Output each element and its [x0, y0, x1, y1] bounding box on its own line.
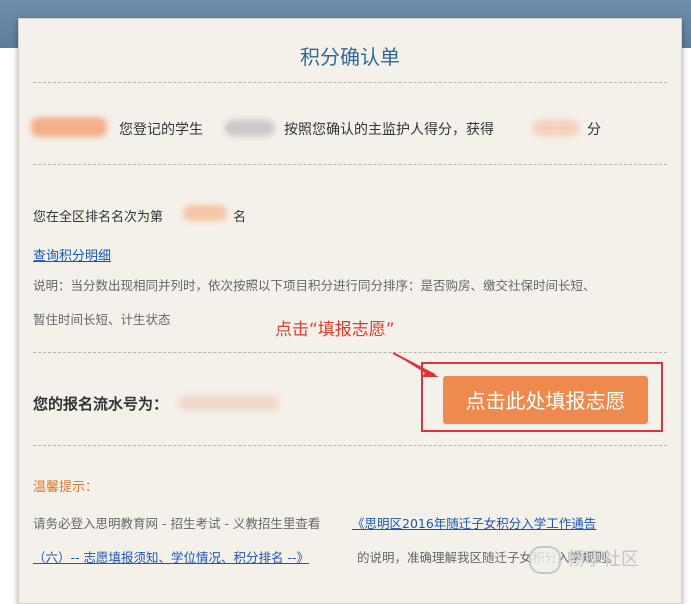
page-title: 积分确认单 — [300, 45, 400, 69]
divider — [33, 82, 667, 83]
redacted-score — [533, 120, 579, 136]
divider — [33, 445, 667, 446]
wechat-icon — [529, 546, 561, 574]
divider — [33, 164, 667, 165]
score-unit: 分 — [587, 122, 601, 138]
explanation-line-1: 说明：当分数出现相同并列时，依次按照以下项目积分进行同分排序：是否购房、缴交社保… — [33, 278, 596, 293]
fill-application-button[interactable]: 点击此处填报志愿 — [443, 376, 648, 424]
redacted-serial — [179, 396, 279, 410]
watermark-text: 畅享社区 — [567, 549, 639, 570]
score-detail-link[interactable]: 查询积分明细 — [33, 245, 111, 264]
serial-number-label: 您的报名流水号为： — [33, 395, 169, 413]
redacted-name — [31, 117, 107, 137]
rank-label: 您在全区排名名次为第 — [33, 210, 164, 225]
score-confirmation-card: 积分确认单 您登记的学生 按照您确认的主监护人得分，获得 分 您在全区排名名次为… — [18, 18, 682, 604]
student-label: 您登记的学生 — [119, 122, 203, 138]
redacted-rank — [183, 205, 227, 221]
rank-unit: 名 — [233, 210, 247, 225]
divider — [33, 352, 667, 353]
notice-link-line-2[interactable]: （六）-- 志愿填报须知、学位情况、积分排名 --》 — [33, 547, 309, 566]
tips-title: 温馨提示： — [33, 480, 99, 495]
redacted-student — [225, 120, 275, 136]
annotation-text: 点击“填报志愿” — [275, 320, 395, 340]
explanation-line-2: 暂住时间长短、计生状态 — [33, 312, 171, 327]
tips-text: 请务必登入思明教育网 - 招生考试 - 义教招生里查看 — [33, 516, 321, 531]
score-sentence: 按照您确认的主监护人得分，获得 — [284, 122, 494, 138]
notice-link-line-1[interactable]: 《思明区2016年随迁子女积分入学工作通告 — [352, 513, 596, 532]
